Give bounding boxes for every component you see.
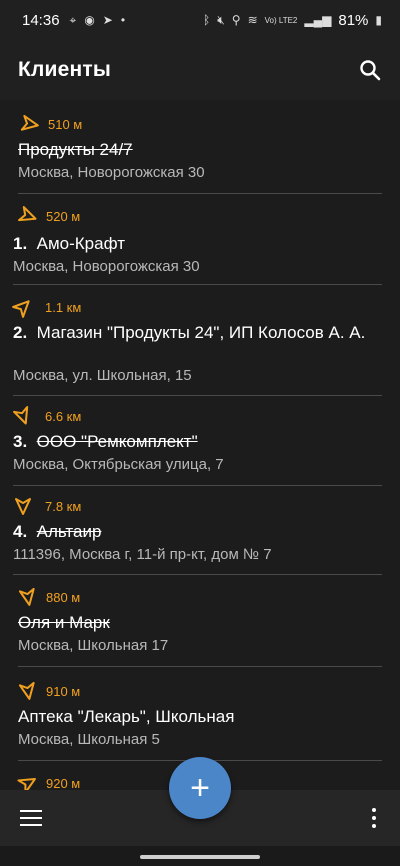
menu-icon[interactable] <box>20 810 42 826</box>
list-item[interactable]: 1.1 км 2. Магазин "Продукты 24", ИП Коло… <box>0 285 400 396</box>
direction-arrow-icon <box>13 406 29 425</box>
direction-arrow-icon <box>18 587 35 606</box>
direction-arrow-icon <box>17 778 36 790</box>
client-name: 1. Амо-Крафт <box>13 234 125 253</box>
list-item[interactable]: 7.8 км 4. Альтаир 111396, Москва г, 11-й… <box>0 486 400 575</box>
direction-arrow-icon <box>18 681 35 700</box>
page-title: Клиенты <box>18 58 112 81</box>
home-gesture-handle[interactable] <box>140 855 260 859</box>
distance-label: 6.6 км <box>45 408 82 424</box>
client-name: Аптека "Лекарь", Школьная <box>18 707 235 726</box>
client-name: 3. ООО "Ремкомплект" <box>13 432 198 451</box>
system-nav-bar <box>0 846 400 866</box>
client-address: Москва, Школьная 17 <box>18 637 169 654</box>
client-address: Москва, Октябрьская улица, 7 <box>13 456 224 473</box>
direction-arrow-icon <box>18 206 37 222</box>
direction-arrow-icon <box>15 498 31 515</box>
list-item[interactable]: 6.6 км 3. ООО "Ремкомплект" Москва, Октя… <box>0 396 400 486</box>
distance-row: 510 м <box>20 114 82 134</box>
client-address: Москва, Школьная 5 <box>18 731 160 748</box>
distance-label: 880 м <box>46 589 81 605</box>
client-name: 2. Магазин "Продукты 24", ИП Колосов А. … <box>13 323 366 342</box>
distance-label: 1.1 км <box>45 299 82 315</box>
telegram-icon: ➤ <box>102 13 113 27</box>
distance-row: 520 м <box>18 206 80 226</box>
client-address: Москва, Новорогожская 30 <box>18 164 205 181</box>
client-address: Москва, Новорогожская 30 <box>13 258 200 275</box>
plus-icon: + <box>190 768 210 807</box>
client-name: Оля и Марк <box>18 613 110 632</box>
distance-label: 510 м <box>48 116 83 132</box>
app-icon: ◉ <box>84 13 95 27</box>
direction-arrow-icon <box>12 300 30 318</box>
distance-label: 910 м <box>46 683 81 699</box>
search-icon[interactable] <box>358 58 382 82</box>
battery-level: 81% <box>338 11 369 29</box>
location-status-icon: ⚲ <box>231 13 241 27</box>
status-time: 14:36 <box>22 11 60 29</box>
app-bar: Клиенты <box>0 40 400 100</box>
client-name: Продукты 24/7 <box>18 140 133 159</box>
mute-icon: 🔇︎ <box>217 12 225 27</box>
system-icons: ᛒ 🔇︎ ⚲ ≋ Vo) LTE2 ▂▄▆ 81% ▮ <box>203 12 382 29</box>
distance-row: 880 м <box>18 587 80 607</box>
bluetooth-icon: ᛒ <box>203 13 211 27</box>
more-options-icon[interactable] <box>372 808 378 828</box>
client-name: 4. Альтаир <box>13 522 102 541</box>
client-address: Москва, ул. Школьная, 15 <box>13 367 192 384</box>
client-address: 111396, Москва г, 11-й пр-кт, дом № 7 <box>13 546 272 563</box>
distance-label: 7.8 км <box>45 498 82 514</box>
network-label: Vo) LTE2 <box>264 15 298 25</box>
list-item[interactable]: 510 м Продукты 24/7 Москва, Новорогожска… <box>0 100 400 194</box>
battery-icon: ▮ <box>375 13 382 27</box>
direction-arrow-icon <box>20 114 39 131</box>
dot-icon: • <box>120 13 126 27</box>
client-list[interactable]: 510 м Продукты 24/7 Москва, Новорогожска… <box>0 100 400 790</box>
distance-row: 910 м <box>18 681 80 701</box>
list-item[interactable]: 880 м Оля и Марк Москва, Школьная 17 <box>0 575 400 667</box>
add-client-button[interactable]: + <box>169 757 231 819</box>
distance-row: 920 м <box>17 773 81 791</box>
list-item[interactable]: 910 м Аптека "Лекарь", Школьная Москва, … <box>0 667 400 761</box>
wifi-icon: ≋ <box>247 13 258 27</box>
distance-row: 7.8 км <box>13 496 81 516</box>
distance-row: 1.1 км <box>12 297 82 318</box>
list-item[interactable]: 520 м 1. Амо-Крафт Москва, Новорогожская… <box>0 194 400 285</box>
location-icon: ⌖ <box>69 12 77 27</box>
distance-row: 6.6 км <box>13 406 81 426</box>
distance-label: 920 м <box>46 775 81 791</box>
notification-icons: ⌖ ◉ ➤ • <box>70 13 126 28</box>
distance-label: 520 м <box>46 208 81 224</box>
signal-icon: ▂▄▆ <box>304 13 332 27</box>
status-bar: 14:36 ⌖ ◉ ➤ • ᛒ 🔇︎ ⚲ ≋ Vo) LTE2 ▂▄▆ 81% … <box>0 0 400 40</box>
